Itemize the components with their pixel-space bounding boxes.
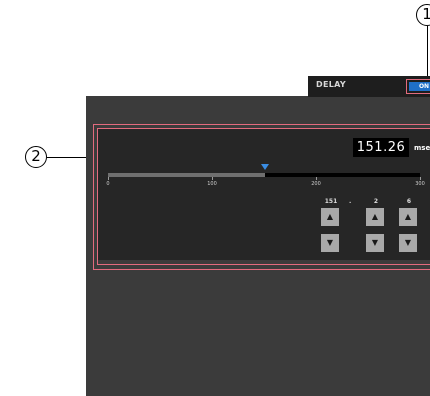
- callout-1-number: 1: [422, 5, 430, 23]
- delay-slider-fill[interactable]: [108, 173, 266, 177]
- decrement-integer-button[interactable]: ▼: [321, 234, 339, 252]
- slider-tick-label: 0: [106, 181, 110, 187]
- slider-tick: [316, 177, 317, 180]
- callout-2: 2: [25, 146, 47, 168]
- slider-tick: [108, 177, 109, 180]
- callout-1-leader: [426, 26, 428, 80]
- delay-on-button[interactable]: ON: [409, 82, 430, 91]
- delay-editor-footer: [98, 260, 430, 264]
- delay-slider-track[interactable]: [265, 173, 420, 177]
- slider-tick-label: 300: [415, 181, 425, 187]
- slider-tick: [212, 177, 213, 180]
- increment-hundredths-button[interactable]: ▲: [399, 208, 417, 226]
- delay-tab-title: DELAY: [316, 80, 346, 89]
- delay-editor: 151.26 msec 0 100 200 300 151 ▲ ▼ . 2 ▲ ▼ 6…: [97, 128, 430, 265]
- callout-1: 1: [416, 4, 430, 26]
- slider-tick-label: 100: [207, 181, 217, 187]
- decrement-tenths-button[interactable]: ▼: [366, 234, 384, 252]
- on-button-highlight: ON: [406, 79, 430, 94]
- digit-label-tenths: 2: [373, 198, 379, 205]
- delay-slider-thumb[interactable]: [261, 164, 270, 170]
- digit-label-integer: 151: [324, 198, 338, 205]
- delay-value-display: 151.26: [353, 138, 409, 157]
- digit-label-hundredths: 6: [406, 198, 412, 205]
- decrement-hundredths-button[interactable]: ▼: [399, 234, 417, 252]
- slider-tick: [420, 177, 421, 180]
- increment-tenths-button[interactable]: ▲: [366, 208, 384, 226]
- callout-2-number: 2: [31, 147, 41, 165]
- delay-unit-label: msec: [414, 144, 430, 152]
- increment-integer-button[interactable]: ▲: [321, 208, 339, 226]
- slider-tick-label: 200: [311, 181, 321, 187]
- decimal-separator: .: [349, 198, 352, 205]
- delay-editor-highlight: 151.26 msec 0 100 200 300 151 ▲ ▼ . 2 ▲ ▼ 6…: [93, 124, 430, 270]
